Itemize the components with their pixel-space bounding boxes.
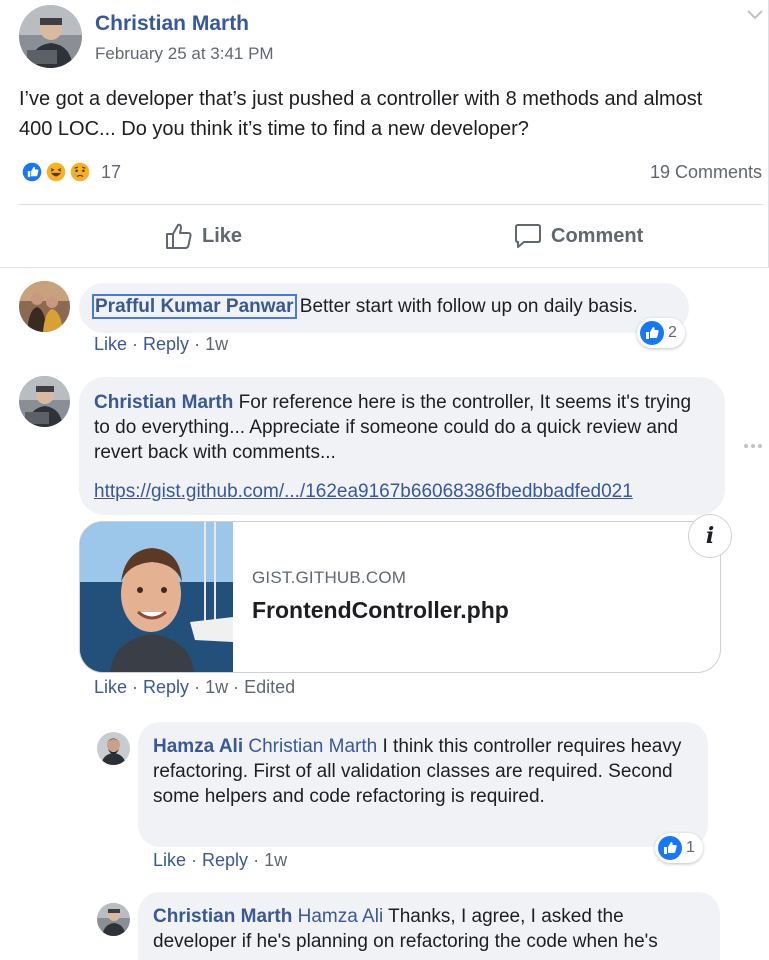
reply-reply-link[interactable]: Reply xyxy=(202,850,248,870)
replier-name[interactable]: Hamza Ali xyxy=(153,736,243,757)
comment-reply-link[interactable]: Reply xyxy=(143,677,189,697)
commenter-name[interactable]: Prafful Kumar Panwar xyxy=(92,294,297,319)
comments-count[interactable]: 19 Comments xyxy=(650,162,762,183)
haha-icon xyxy=(43,159,69,185)
comment-reply-link[interactable]: Reply xyxy=(143,334,189,354)
link-preview-title: FrontendController.php xyxy=(252,597,509,623)
info-icon[interactable]: i xyxy=(688,514,732,558)
reply-reaction-count: 1 xyxy=(686,839,695,856)
comment-time[interactable]: 1w xyxy=(205,334,228,354)
comment-reaction-count: 2 xyxy=(668,324,677,341)
reply-reactions[interactable]: 1 xyxy=(655,833,703,863)
comment-button-label: Comment xyxy=(551,224,644,247)
comment-bubble: Prafful Kumar Panwar Better start with f… xyxy=(79,283,689,333)
like-icon xyxy=(640,321,664,345)
reply-time[interactable]: 1w xyxy=(264,850,287,870)
reply-mention[interactable]: Hamza Ali xyxy=(298,906,384,927)
like-icon xyxy=(658,836,682,860)
link-preview-card[interactable]: GIST.GITHUB.COM FrontendController.php xyxy=(79,521,721,673)
reply-bubble: Christian Marth Hamza Ali Thanks, I agre… xyxy=(138,892,720,960)
author-avatar[interactable] xyxy=(19,5,82,68)
link-preview-image xyxy=(80,522,233,672)
like-icon xyxy=(19,159,45,185)
comment-text: Better start with follow up on daily bas… xyxy=(299,296,638,317)
comment-actions: Like · Reply · 1w xyxy=(94,334,229,354)
more-options-icon[interactable] xyxy=(742,439,764,453)
thumbs-up-icon xyxy=(166,223,192,249)
comment-bubble: Christian Marth For reference here is th… xyxy=(79,377,725,515)
reply-mention[interactable]: Christian Marth xyxy=(248,736,377,757)
sad-icon xyxy=(67,159,93,185)
post-author-name[interactable]: Christian Marth xyxy=(95,12,249,36)
comment-button[interactable]: Comment xyxy=(513,218,643,254)
comment-actions: Like · Reply · 1w · Edited xyxy=(94,677,296,697)
comment-reactions[interactable]: 2 xyxy=(637,318,685,348)
reply-like-link[interactable]: Like xyxy=(153,850,186,870)
comment-like-link[interactable]: Like xyxy=(94,677,127,697)
like-button[interactable]: Like xyxy=(164,218,242,254)
divider xyxy=(19,204,763,205)
commenter-avatar[interactable] xyxy=(19,376,70,427)
commenter-avatar[interactable] xyxy=(19,281,70,332)
comment-edited-label[interactable]: Edited xyxy=(244,677,295,697)
replier-name[interactable]: Christian Marth xyxy=(153,906,292,927)
reaction-count[interactable]: 17 xyxy=(101,162,121,183)
like-button-label: Like xyxy=(202,224,243,247)
gist-link[interactable]: https://gist.github.com/.../162ea9167b66… xyxy=(94,481,633,502)
reply-actions: Like · Reply · 1w xyxy=(153,850,288,870)
commenter-name[interactable]: Christian Marth xyxy=(94,392,233,413)
post-card: Christian Marth February 25 at 3:41 PM I… xyxy=(0,0,769,268)
reply-bubble: Hamza Ali Christian Marth I think this c… xyxy=(138,722,708,847)
replier-avatar[interactable] xyxy=(97,903,130,936)
post-text: I’ve got a developer that’s just pushed … xyxy=(19,88,703,140)
comment-icon xyxy=(515,224,541,248)
post-timestamp[interactable]: February 25 at 3:41 PM xyxy=(95,44,274,64)
comment-like-link[interactable]: Like xyxy=(94,334,127,354)
replier-avatar[interactable] xyxy=(97,732,130,765)
link-preview-domain: GIST.GITHUB.COM xyxy=(252,568,407,587)
comment-time[interactable]: 1w xyxy=(205,677,228,697)
chevron-down-icon[interactable] xyxy=(745,8,765,22)
